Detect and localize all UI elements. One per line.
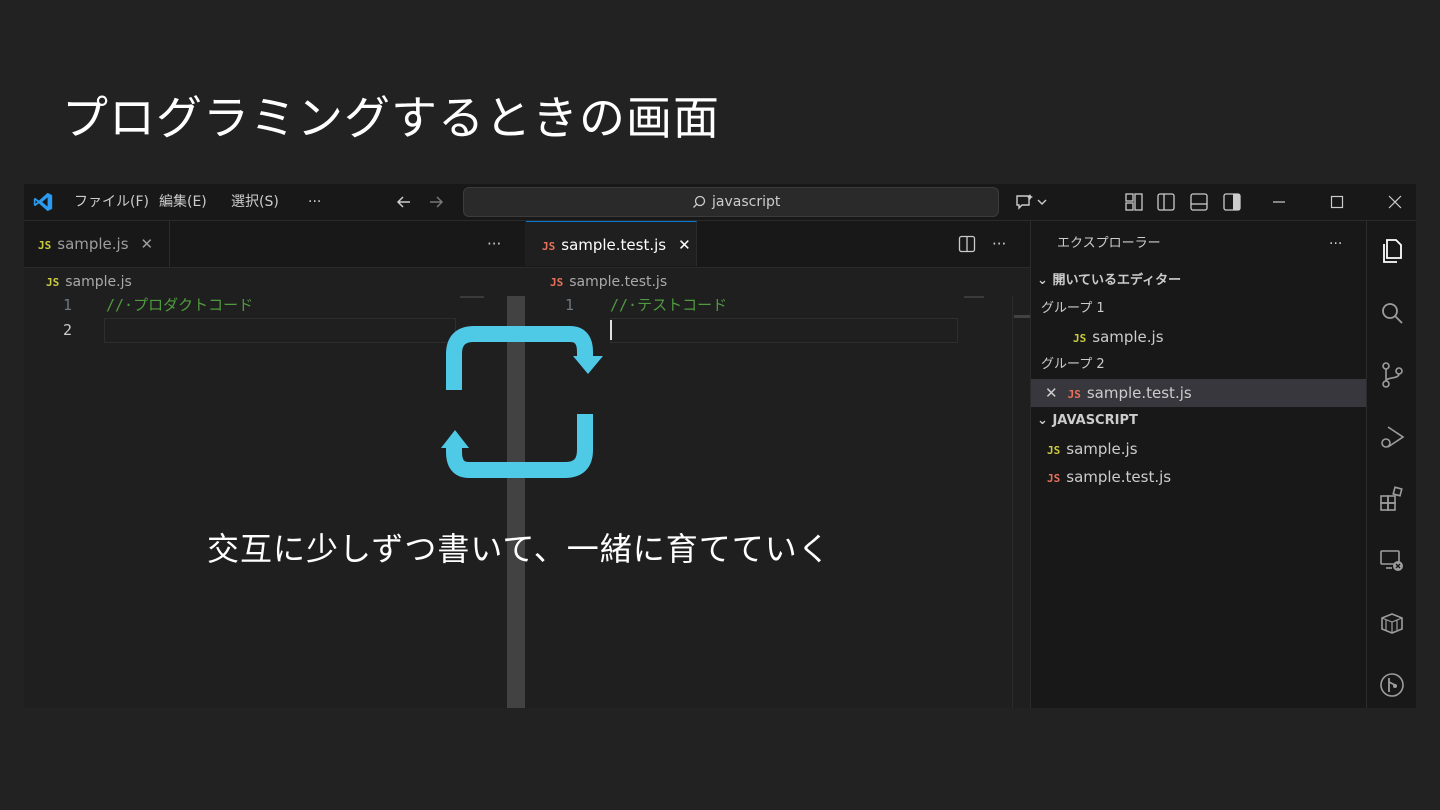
toggle-panel-icon[interactable] [1189, 192, 1209, 212]
editor-actions-more-button[interactable]: ··· [487, 221, 501, 267]
js-file-icon: JS [1073, 332, 1087, 345]
toggle-primary-sidebar-icon[interactable] [1156, 192, 1176, 212]
minimap[interactable] [460, 296, 484, 298]
chevron-down-icon: ⌄ [1037, 413, 1048, 428]
close-icon[interactable]: ✕ [678, 222, 691, 268]
file-tree-item[interactable]: JS sample.js [1031, 435, 1367, 463]
vscode-window: ファイル(F) 編集(E) 選択(S) ··· javascript JS sa… [24, 184, 1416, 708]
explorer-files-icon[interactable] [1378, 237, 1406, 265]
vscode-logo-icon [33, 192, 53, 212]
js-file-icon: JS [38, 239, 52, 252]
tab-bar-left: JS sample.js ✕ ··· [24, 221, 525, 268]
tab-sample-js[interactable]: JS sample.js ✕ [24, 221, 170, 267]
file-label: sample.test.js [1066, 468, 1172, 486]
line-number: 2 [62, 321, 72, 339]
editor-actions-more-button[interactable]: ··· [992, 221, 1006, 267]
open-editors-label: 開いているエディター [1052, 273, 1182, 288]
chevron-down-icon: ⌄ [1037, 273, 1048, 288]
git-graph-icon[interactable] [1378, 671, 1406, 699]
code-line[interactable]: 2 [46, 318, 466, 343]
open-editor-item-selected[interactable]: ✕ JS sample.test.js [1031, 379, 1367, 407]
open-editor-item[interactable]: JS sample.js [1031, 323, 1367, 351]
js-file-icon: JS [1047, 472, 1061, 485]
code-comment: //·プロダクトコード [106, 296, 254, 314]
code-line[interactable]: 1 //·プロダクトコード [46, 293, 466, 318]
js-file-icon: JS [46, 276, 60, 289]
tab-bar-right: JS sample.test.js ✕ ··· [526, 221, 1030, 268]
extensions-icon[interactable] [1378, 485, 1406, 513]
activity-bar [1366, 221, 1416, 708]
explorer-more-button[interactable]: ··· [1329, 230, 1342, 258]
menu-more[interactable]: ··· [308, 184, 321, 220]
split-editor-icon[interactable] [958, 235, 976, 253]
divider [1012, 296, 1013, 708]
tab-sample-test-js[interactable]: JS sample.test.js ✕ [526, 221, 697, 266]
file-label: sample.test.js [1086, 384, 1192, 402]
back-arrow-icon[interactable] [394, 192, 414, 212]
explorer-sidebar: エクスプローラー ··· ⌄ 開いているエディター グループ 1 JS sampl… [1030, 221, 1367, 708]
breadcrumb-file: sample.test.js [569, 274, 668, 290]
title-bar: ファイル(F) 編集(E) 選択(S) ··· javascript [24, 184, 1416, 221]
folder-header[interactable]: ⌄ JAVASCRIPT [1031, 407, 1367, 435]
close-icon[interactable]: ✕ [141, 221, 154, 267]
line-number: 1 [564, 296, 574, 314]
search-icon[interactable] [1378, 299, 1406, 327]
breadcrumb[interactable]: JS sample.test.js [550, 271, 667, 293]
tab-label: sample.test.js [561, 236, 667, 254]
current-line-highlight [610, 318, 958, 343]
search-text: javascript [712, 194, 781, 210]
containers-icon[interactable] [1378, 609, 1406, 637]
breadcrumb[interactable]: JS sample.js [46, 271, 132, 293]
forward-arrow-icon[interactable] [426, 192, 446, 212]
line-number: 1 [62, 296, 72, 314]
slide-title: プログラミングするときの画面 [62, 91, 720, 145]
close-icon[interactable]: ✕ [1045, 384, 1058, 402]
group-2-label: グループ 2 [1041, 357, 1105, 372]
minimap[interactable] [964, 296, 984, 298]
caption: 交互に少しずつ書いて、一緒に育てていく [207, 530, 831, 568]
code-comment: //·テストコード [610, 296, 728, 314]
toggle-secondary-sidebar-icon[interactable] [1222, 192, 1242, 212]
source-control-icon[interactable] [1378, 361, 1406, 389]
run-debug-icon[interactable] [1378, 423, 1406, 451]
maximize-icon[interactable] [1327, 192, 1347, 212]
js-file-icon: JS [550, 276, 564, 289]
js-file-icon: JS [1047, 444, 1061, 457]
explorer-title: エクスプローラー [1057, 236, 1161, 251]
search-icon [693, 195, 706, 208]
code-line[interactable]: 1 //·テストコード [548, 293, 968, 318]
close-window-icon[interactable] [1385, 192, 1405, 212]
layout-customize-icon[interactable] [1124, 192, 1144, 212]
breadcrumb-file: sample.js [65, 274, 132, 290]
command-search-box[interactable]: javascript [463, 187, 999, 217]
js-file-icon: JS [542, 240, 556, 253]
menu-file[interactable]: ファイル(F) [74, 184, 149, 220]
menu-selection[interactable]: 選択(S) [231, 184, 279, 220]
copilot-chat-icon[interactable] [1014, 192, 1050, 212]
js-file-icon: JS [1067, 388, 1081, 401]
file-label: sample.js [1092, 328, 1164, 346]
folder-label: JAVASCRIPT [1052, 413, 1138, 428]
tab-label: sample.js [57, 235, 129, 253]
cycle-arrows-icon [441, 326, 603, 478]
open-editors-header[interactable]: ⌄ 開いているエディター [1031, 267, 1367, 295]
remote-explorer-icon[interactable] [1378, 547, 1406, 575]
file-tree-item[interactable]: JS sample.test.js [1031, 463, 1367, 491]
minimize-icon[interactable] [1269, 192, 1289, 212]
file-label: sample.js [1066, 440, 1138, 458]
vertical-scrollbar[interactable] [1014, 315, 1030, 318]
group-1-label: グループ 1 [1041, 301, 1105, 316]
menu-edit[interactable]: 編集(E) [159, 184, 207, 220]
text-cursor [610, 320, 612, 340]
